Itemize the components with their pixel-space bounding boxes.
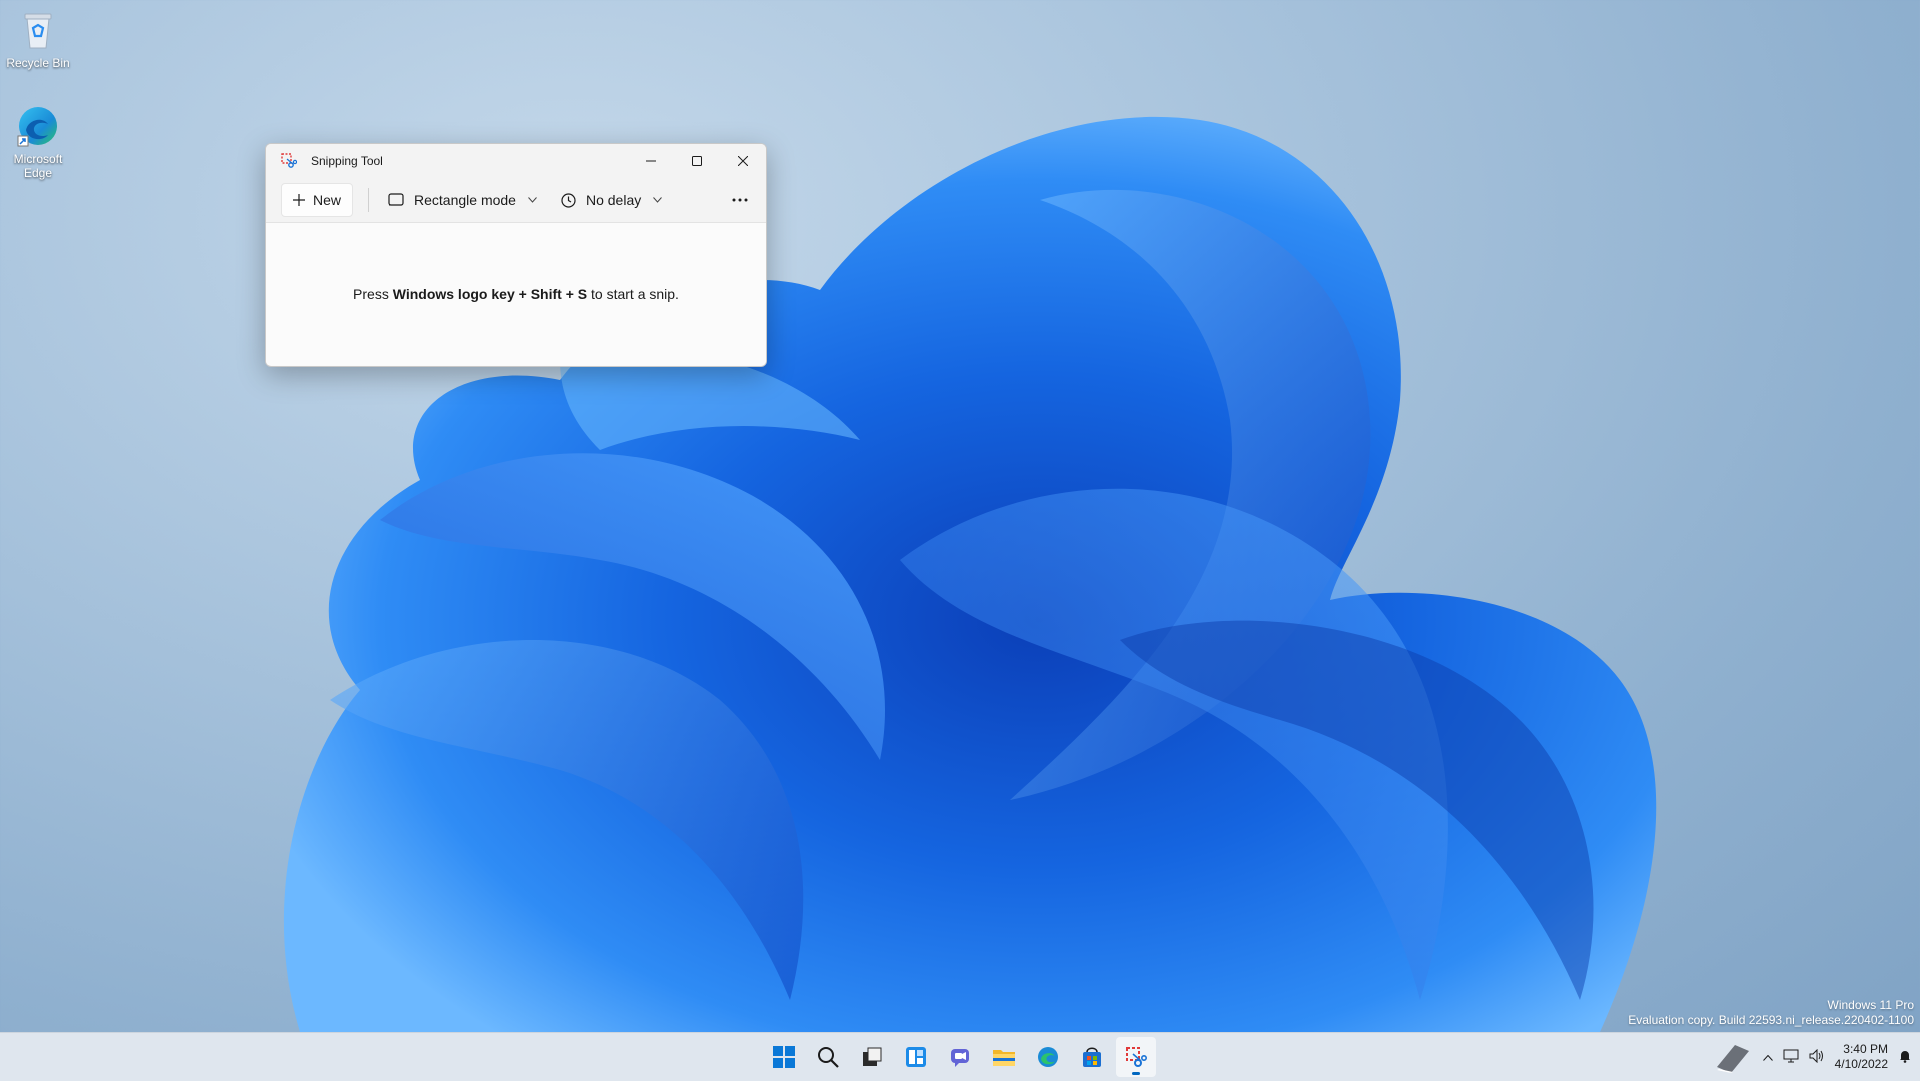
window-title: Snipping Tool [311,154,383,168]
snip-mode-label: Rectangle mode [414,192,516,208]
taskbar-apps [764,1033,1156,1081]
file-explorer-button[interactable] [984,1037,1024,1077]
store-button[interactable] [1072,1037,1112,1077]
search-icon [818,1047,839,1068]
chevron-up-icon [1762,1054,1773,1061]
desktop-icon-edge[interactable]: Microsoft Edge [4,104,72,180]
desktop-icon-recycle-bin[interactable]: Recycle Bin [4,8,72,70]
instruction-key-s: S [577,286,588,302]
title-bar[interactable]: Snipping Tool [266,144,766,178]
toolbar: New Rectangle mode No delay [266,178,766,223]
task-view-button[interactable] [852,1037,892,1077]
show-hidden-icons-button[interactable] [1762,1050,1773,1064]
edge-icon [1038,1047,1058,1067]
maximize-button[interactable] [674,144,720,178]
start-button[interactable] [764,1037,804,1077]
search-button[interactable] [808,1037,848,1077]
chevron-down-icon [528,197,537,203]
new-snip-button[interactable]: New [281,183,354,217]
chat-icon [951,1049,969,1067]
widgets-icon [906,1047,926,1067]
widgets-button[interactable] [896,1037,936,1077]
watermark-build: Evaluation copy. Build 22593.ni_release.… [1628,1013,1914,1027]
more-icon [732,198,748,202]
edge-button[interactable] [1028,1037,1068,1077]
desktop-icon-label: Microsoft Edge [13,152,63,180]
toolbar-divider [368,188,370,212]
evaluation-watermark: Windows 11 Pro Evaluation copy. Build 22… [1628,998,1914,1028]
clock-time: 3:40 PM [1843,1042,1888,1056]
instruction-key-shift: Shift [530,286,562,302]
snipping-tool-icon [281,153,298,169]
close-icon [738,156,748,166]
book-icon [1716,1045,1749,1073]
taskbar: 3:40 PM 4/10/2022 [0,1032,1920,1081]
network-button[interactable] [1783,1049,1799,1066]
snipping-tool-icon [1126,1047,1147,1067]
watermark-edition: Windows 11 Pro [1827,998,1914,1012]
volume-icon [1809,1048,1823,1063]
system-tray: 3:40 PM 4/10/2022 [1713,1033,1912,1081]
clock[interactable]: 3:40 PM 4/10/2022 [1835,1042,1888,1072]
instruction-plus: + [514,286,531,302]
snip-instructions: Press Windows logo key + Shift + S to st… [266,223,766,365]
clock-date: 4/10/2022 [1834,1057,1888,1071]
chat-button[interactable] [940,1037,980,1077]
desktop-icon-label: Recycle Bin [6,56,70,70]
recycle-bin-icon [16,8,60,52]
delay-label: No delay [585,192,642,208]
close-button[interactable] [720,144,766,178]
delay-dropdown[interactable]: No delay [555,184,668,216]
rectangle-mode-icon [388,193,404,206]
network-icon [1783,1049,1799,1062]
plus-icon [293,194,305,206]
edge-icon [16,104,60,148]
notification-bell-icon [1900,1050,1910,1063]
instruction-plus: + [561,286,578,302]
more-options-button[interactable] [724,184,756,216]
chevron-down-icon [653,197,663,203]
start-icon [773,1046,795,1068]
snipping-tool-taskbar-button[interactable] [1116,1037,1156,1077]
task-view-icon [863,1047,882,1066]
volume-button[interactable] [1809,1048,1825,1066]
snipping-tool-window: Snipping Tool New Rectangle mode No dela… [265,143,767,367]
instruction-prefix: Press [353,286,393,302]
instruction-key-windows: Windows logo key [392,286,515,302]
minimize-button[interactable] [628,144,674,178]
maximize-icon [692,156,702,166]
instruction-suffix: to start a snip. [587,286,679,302]
clock-icon [561,192,576,208]
snip-mode-dropdown[interactable]: Rectangle mode [382,184,543,216]
minimize-icon [646,160,656,162]
file-explorer-icon [993,1050,1015,1066]
store-icon [1083,1047,1101,1067]
new-snip-label: New [313,192,342,208]
notifications-button[interactable] [1898,1049,1912,1066]
